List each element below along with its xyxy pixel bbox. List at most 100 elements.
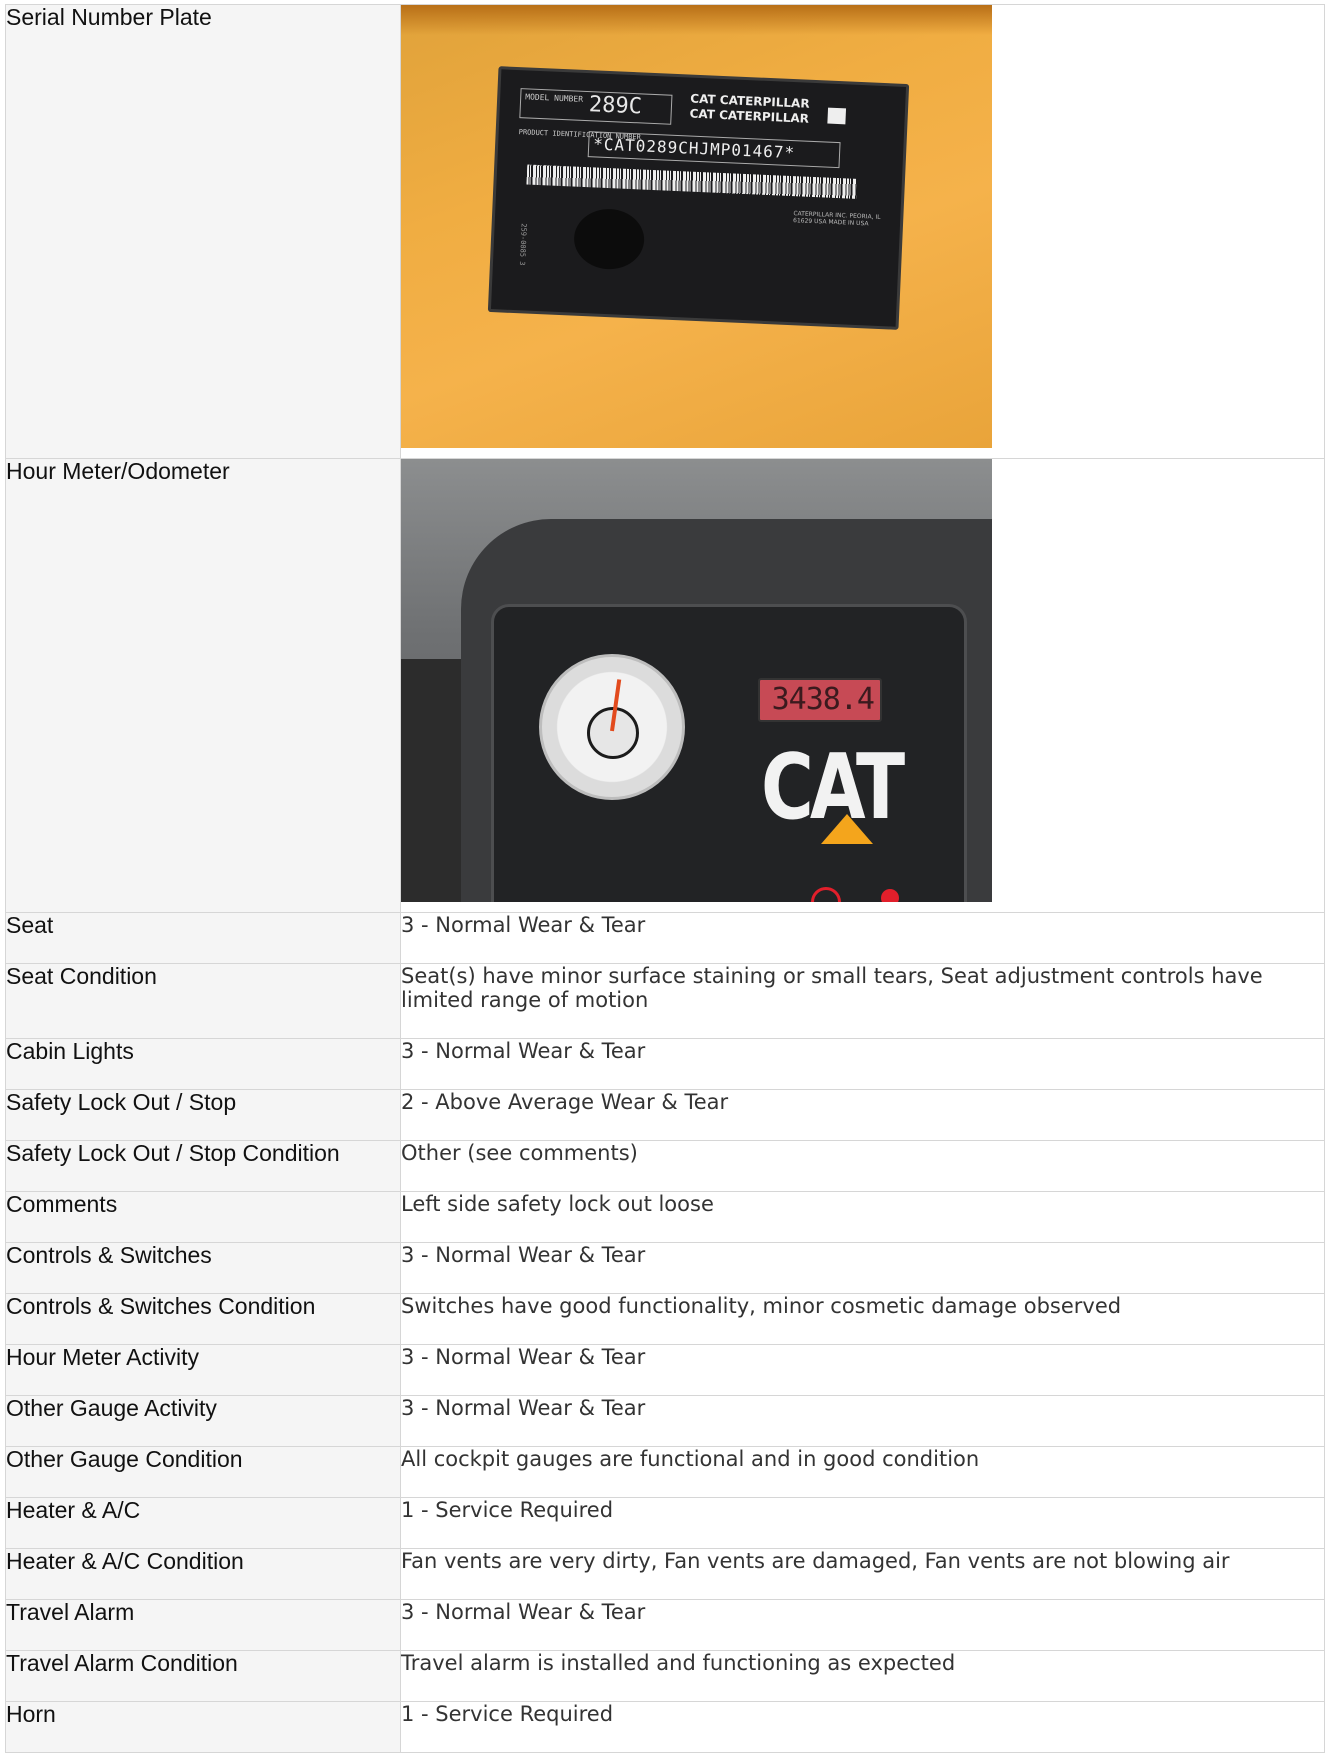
row-label: Seat Condition [5,963,401,1039]
row-label: Safety Lock Out / Stop [5,1089,401,1141]
row-value: Switches have good functionality, minor … [400,1293,1325,1345]
row-label: Hour Meter/Odometer [5,458,401,913]
model-box: MODEL NUMBER 289C [519,88,673,125]
row-value-text: 2 - Above Average Wear & Tear [401,1090,729,1114]
table-row: Comments Left side safety lock out loose [5,1191,1325,1243]
table-row: Safety Lock Out / Stop 2 - Above Average… [5,1089,1325,1141]
row-value: 1 - Service Required [400,1497,1325,1549]
table-row: Serial Number Plate MODEL NUMBER 289C CA… [5,4,1325,459]
plate-hole [572,207,646,271]
row-photo-cell: MODEL NUMBER 289C CAT CATERPILLAR CAT CA… [400,4,1325,459]
maker-text: CATERPILLAR INC. PEORIA, IL 61629 USA MA… [792,210,881,228]
row-value-text: 3 - Normal Wear & Tear [401,1396,646,1420]
row-value: 3 - Normal Wear & Tear [400,1344,1325,1396]
row-value: 3 - Normal Wear & Tear [400,1038,1325,1090]
row-label-text: Hour Meter Activity [6,1344,199,1370]
warning-light-icon [881,889,899,902]
row-value: 3 - Normal Wear & Tear [400,912,1325,964]
table-row: Seat 3 - Normal Wear & Tear [5,912,1325,964]
row-label-text: Controls & Switches Condition [6,1293,316,1319]
table-row: Other Gauge Activity 3 - Normal Wear & T… [5,1395,1325,1447]
row-label-text: Controls & Switches [6,1242,212,1268]
pin-number: *CAT0289CHJMP01467* [592,134,796,163]
row-label-text: Seat Condition [6,963,157,989]
row-label-text: Comments [6,1191,118,1217]
row-label-text: Serial Number Plate [6,4,212,30]
table-row: Travel Alarm Condition Travel alarm is i… [5,1650,1325,1702]
table-row: Hour Meter Activity 3 - Normal Wear & Te… [5,1344,1325,1396]
row-label-text: Heater & A/C Condition [6,1548,244,1574]
row-value: 3 - Normal Wear & Tear [400,1599,1325,1651]
table-row: Hour Meter/Odometer 3438.4 CAT [5,458,1325,913]
row-label-text: Seat [6,912,54,938]
table-row: Travel Alarm 3 - Normal Wear & Tear [5,1599,1325,1651]
cab-shadow [401,659,461,902]
row-value-text: All cockpit gauges are functional and in… [401,1447,980,1471]
row-label: Horn [5,1701,401,1753]
row-label: Travel Alarm Condition [5,1650,401,1702]
row-label: Cabin Lights [5,1038,401,1090]
row-label: Safety Lock Out / Stop Condition [5,1140,401,1192]
table-row: Safety Lock Out / Stop Condition Other (… [5,1140,1325,1192]
row-value-text: Left side safety lock out loose [401,1192,714,1216]
row-label: Travel Alarm [5,1599,401,1651]
photo-shadow [401,5,992,35]
row-value-text: 3 - Normal Wear & Tear [401,913,646,937]
row-value-text: Travel alarm is installed and functionin… [401,1651,956,1675]
row-value-text: 3 - Normal Wear & Tear [401,1243,646,1267]
brand-text: CAT CATERPILLAR CAT CATERPILLAR [689,92,810,127]
row-label-text: Travel Alarm Condition [6,1650,238,1676]
row-photo-cell: 3438.4 CAT [400,458,1325,913]
table-row: Controls & Switches Condition Switches h… [5,1293,1325,1345]
fuel-gauge-icon [539,654,685,800]
serial-number-plate: MODEL NUMBER 289C CAT CATERPILLAR CAT CA… [487,66,910,330]
table-row: Heater & A/C Condition Fan vents are ver… [5,1548,1325,1600]
row-label-text: Other Gauge Activity [6,1395,217,1421]
row-label: Heater & A/C Condition [5,1548,401,1600]
hour-meter-display: 3438.4 [758,678,882,722]
row-value-text: 3 - Normal Wear & Tear [401,1600,646,1624]
row-value: Seat(s) have minor surface staining or s… [400,963,1325,1039]
row-value-text: Seat(s) have minor surface staining or s… [401,964,1263,1012]
row-label-text: Hour Meter/Odometer [6,458,230,484]
row-label: Seat [5,912,401,964]
table-row: Other Gauge Condition All cockpit gauges… [5,1446,1325,1498]
row-value-text: 1 - Service Required [401,1498,614,1522]
row-label: Controls & Switches [5,1242,401,1294]
hour-meter-photo[interactable]: 3438.4 CAT [401,459,992,902]
inspection-table: Serial Number Plate MODEL NUMBER 289C CA… [5,4,1325,1753]
row-value: 3 - Normal Wear & Tear [400,1242,1325,1294]
serial-plate-photo[interactable]: MODEL NUMBER 289C CAT CATERPILLAR CAT CA… [401,5,992,448]
row-value: 2 - Above Average Wear & Tear [400,1089,1325,1141]
row-label: Other Gauge Activity [5,1395,401,1447]
row-value-text: 3 - Normal Wear & Tear [401,1345,646,1369]
row-value-text: 3 - Normal Wear & Tear [401,1039,646,1063]
row-value: Travel alarm is installed and functionin… [400,1650,1325,1702]
table-row: Controls & Switches 3 - Normal Wear & Te… [5,1242,1325,1294]
side-code: 259-0085 3 [517,223,528,266]
caterpillar-logo-icon [827,107,847,125]
row-label-text: Cabin Lights [6,1038,134,1064]
row-value: 3 - Normal Wear & Tear [400,1395,1325,1447]
row-label-text: Horn [6,1701,56,1727]
row-value-text: Switches have good functionality, minor … [401,1294,1122,1318]
row-label: Comments [5,1191,401,1243]
table-row: Seat Condition Seat(s) have minor surfac… [5,963,1325,1039]
row-value: 1 - Service Required [400,1701,1325,1753]
row-label-text: Safety Lock Out / Stop [6,1089,237,1115]
pin-box: *CAT0289CHJMP01467* [587,131,841,169]
row-value-text: Other (see comments) [401,1141,638,1165]
row-value: Other (see comments) [400,1140,1325,1192]
row-label-text: Other Gauge Condition [6,1446,243,1472]
row-value-text: 1 - Service Required [401,1702,614,1726]
row-value-text: Fan vents are very dirty, Fan vents are … [401,1549,1230,1573]
barcode [526,164,857,199]
table-row: Heater & A/C 1 - Service Required [5,1497,1325,1549]
row-value: All cockpit gauges are functional and in… [400,1446,1325,1498]
cat-triangle-icon [821,814,873,844]
table-row: Horn 1 - Service Required [5,1701,1325,1753]
row-label: Heater & A/C [5,1497,401,1549]
row-label-text: Safety Lock Out / Stop Condition [6,1140,340,1166]
row-label: Hour Meter Activity [5,1344,401,1396]
row-label: Serial Number Plate [5,4,401,459]
